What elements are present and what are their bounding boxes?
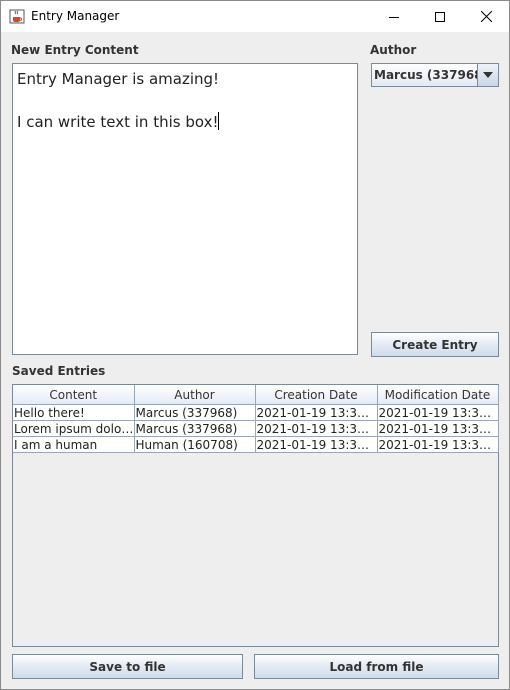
text-caret: [218, 112, 220, 130]
cell-author: Human (160708): [134, 436, 256, 453]
minimize-icon: [389, 16, 399, 18]
author-selected-value: Marcus (337968): [374, 68, 488, 82]
close-icon: [480, 11, 492, 22]
table-header-row: Content Author Creation Date Modificatio…: [13, 385, 499, 405]
title-bar: Entry Manager: [1, 1, 509, 32]
maximize-icon: [435, 11, 445, 22]
cell-modification-date: 2021-01-19 13:34:5...: [377, 420, 499, 437]
column-header-author[interactable]: Author: [134, 385, 256, 405]
cell-modification-date: 2021-01-19 13:35:5...: [377, 436, 499, 453]
content-line-1: Entry Manager is amazing!: [17, 70, 220, 88]
table-row[interactable]: Lorem ipsum dolor ... Marcus (337968) 20…: [13, 420, 499, 437]
cell-content: Hello there!: [13, 404, 135, 421]
column-header-content[interactable]: Content: [13, 385, 135, 405]
cell-modification-date: 2021-01-19 13:34:3...: [377, 404, 499, 421]
chevron-down-icon: [483, 72, 493, 78]
cell-content: Lorem ipsum dolor ...: [13, 420, 135, 437]
author-label: Author: [370, 43, 417, 57]
cell-creation-date: 2021-01-19 13:34:5...: [255, 420, 378, 437]
maximize-button[interactable]: [417, 1, 463, 32]
content-label: New Entry Content: [11, 43, 139, 57]
close-button[interactable]: [463, 1, 509, 32]
create-entry-button[interactable]: Create Entry: [371, 332, 499, 357]
author-dropdown-button[interactable]: [477, 64, 498, 86]
cell-content: I am a human: [13, 436, 135, 453]
save-to-file-button[interactable]: Save to file: [12, 654, 243, 679]
java-cup-icon: [9, 8, 25, 24]
entry-content-textarea[interactable]: Entry Manager is amazing! I can write te…: [12, 63, 358, 355]
content-line-3: I can write text in this box!: [17, 112, 220, 131]
load-from-file-button[interactable]: Load from file: [254, 654, 499, 679]
cell-author: Marcus (337968): [134, 420, 256, 437]
cell-author: Marcus (337968): [134, 404, 256, 421]
author-select[interactable]: Marcus (337968): [371, 63, 499, 87]
saved-entries-label: Saved Entries: [12, 364, 106, 378]
saved-entries-table[interactable]: Content Author Creation Date Modificatio…: [12, 384, 499, 647]
table-row[interactable]: I am a human Human (160708) 2021-01-19 1…: [13, 436, 499, 453]
table-row[interactable]: Hello there! Marcus (337968) 2021-01-19 …: [13, 404, 499, 421]
cell-creation-date: 2021-01-19 13:34:3...: [255, 404, 378, 421]
content-line-3-text: I can write text in this box!: [17, 113, 219, 131]
window-title: Entry Manager: [31, 9, 120, 23]
column-header-creation-date[interactable]: Creation Date: [255, 385, 378, 405]
column-header-modification-date[interactable]: Modification Date: [377, 385, 499, 405]
cell-creation-date: 2021-01-19 13:35:5...: [255, 436, 378, 453]
entry-manager-window: Entry Manager New Entry Content Entry Ma…: [0, 0, 510, 690]
minimize-button[interactable]: [371, 1, 417, 32]
